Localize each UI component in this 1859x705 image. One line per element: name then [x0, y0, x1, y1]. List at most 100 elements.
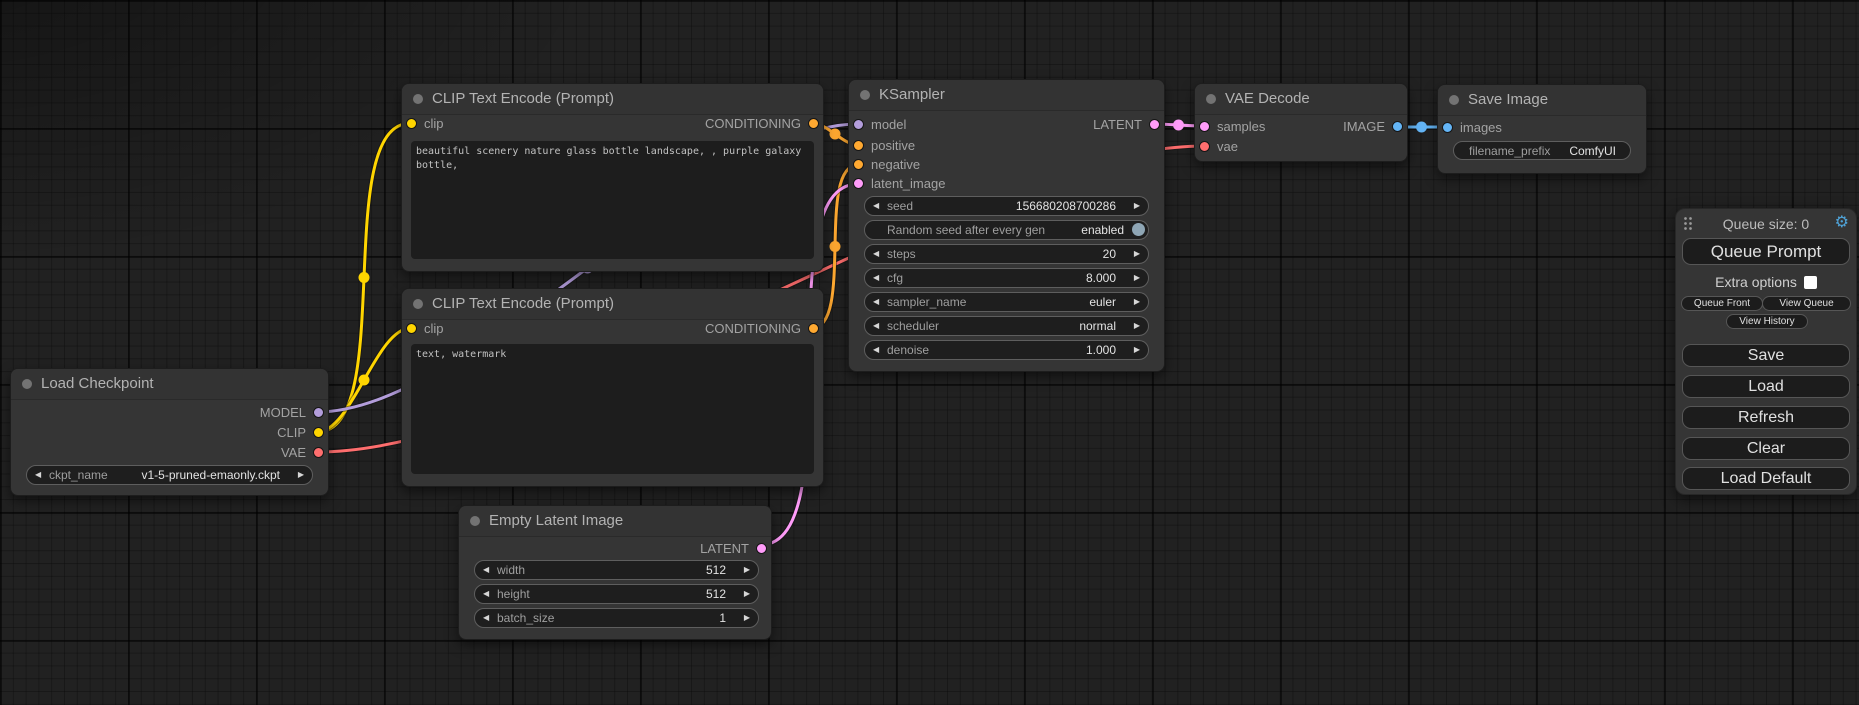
output-port-vae[interactable]: [313, 447, 324, 458]
increment-arrow-icon[interactable]: ▶: [1134, 293, 1140, 311]
widget-filename-prefix[interactable]: filename_prefix ComfyUI: [1453, 141, 1631, 160]
collapse-dot-icon[interactable]: [470, 516, 480, 526]
increment-arrow-icon[interactable]: ▶: [1134, 341, 1140, 359]
settings-gear-icon[interactable]: ⚙: [1835, 212, 1849, 232]
output-port-clip[interactable]: [313, 427, 324, 438]
increment-arrow-icon[interactable]: ▶: [1134, 197, 1140, 215]
increment-arrow-icon[interactable]: ▶: [1134, 245, 1140, 263]
collapse-dot-icon[interactable]: [413, 299, 423, 309]
output-port-latent[interactable]: [1149, 119, 1160, 130]
increment-arrow-icon[interactable]: ▶: [298, 466, 304, 484]
decrement-arrow-icon[interactable]: ◀: [873, 245, 879, 263]
decrement-arrow-icon[interactable]: ◀: [873, 197, 879, 215]
collapse-dot-icon[interactable]: [413, 94, 423, 104]
input-port-negative[interactable]: [853, 159, 864, 170]
increment-arrow-icon[interactable]: ▶: [744, 585, 750, 603]
node-title-bar[interactable]: CLIP Text Encode (Prompt): [402, 84, 823, 115]
widget-sampler-name[interactable]: ◀ sampler_name euler ▶: [864, 292, 1149, 312]
output-label: MODEL: [260, 403, 306, 423]
save-button[interactable]: Save: [1682, 344, 1850, 367]
node-empty-latent-image[interactable]: Empty Latent Image LATENT ◀ width 512 ▶ …: [458, 505, 772, 640]
increment-arrow-icon[interactable]: ▶: [744, 609, 750, 627]
increment-arrow-icon[interactable]: ▶: [1134, 269, 1140, 287]
widget-label: Random seed after every gen: [887, 221, 1045, 239]
node-title-bar[interactable]: Save Image: [1438, 85, 1646, 116]
node-clip-text-encode-negative[interactable]: CLIP Text Encode (Prompt) clip CONDITION…: [401, 288, 824, 487]
increment-arrow-icon[interactable]: ▶: [744, 561, 750, 579]
queue-panel: Queue size: 0 ⚙ Queue Prompt Extra optio…: [1675, 208, 1857, 495]
node-load-checkpoint[interactable]: Load Checkpoint MODEL CLIP VAE ◀ ckpt_na…: [10, 368, 329, 496]
widget-denoise[interactable]: ◀ denoise 1.000 ▶: [864, 340, 1149, 360]
collapse-dot-icon[interactable]: [22, 379, 32, 389]
extra-options-checkbox[interactable]: [1804, 276, 1817, 289]
queue-front-button[interactable]: Queue Front: [1681, 296, 1763, 311]
widget-label: seed: [887, 197, 913, 215]
node-title: CLIP Text Encode (Prompt): [432, 90, 614, 107]
widget-steps[interactable]: ◀ steps 20 ▶: [864, 244, 1149, 264]
node-title-bar[interactable]: Empty Latent Image: [459, 506, 771, 537]
input-port-samples[interactable]: [1199, 121, 1210, 132]
decrement-arrow-icon[interactable]: ◀: [483, 585, 489, 603]
input-label: latent_image: [871, 176, 945, 191]
decrement-arrow-icon[interactable]: ◀: [873, 293, 879, 311]
node-title-bar[interactable]: VAE Decode: [1195, 84, 1407, 115]
collapse-dot-icon[interactable]: [860, 90, 870, 100]
widget-value: enabled: [1081, 221, 1124, 239]
widget-scheduler[interactable]: ◀ scheduler normal ▶: [864, 316, 1149, 336]
node-title-bar[interactable]: Load Checkpoint: [11, 369, 328, 400]
increment-arrow-icon[interactable]: ▶: [1134, 317, 1140, 335]
widget-height[interactable]: ◀ height 512 ▶: [474, 584, 759, 604]
load-button[interactable]: Load: [1682, 375, 1850, 398]
input-port-clip[interactable]: [406, 323, 417, 334]
decrement-arrow-icon[interactable]: ◀: [483, 609, 489, 627]
output-port-conditioning[interactable]: [808, 323, 819, 334]
widget-label: denoise: [887, 341, 929, 359]
decrement-arrow-icon[interactable]: ◀: [483, 561, 489, 579]
input-label: positive: [871, 138, 915, 153]
decrement-arrow-icon[interactable]: ◀: [873, 341, 879, 359]
input-port-latent-image[interactable]: [853, 178, 864, 189]
refresh-button[interactable]: Refresh: [1682, 406, 1850, 429]
graph-canvas[interactable]: Load Checkpoint MODEL CLIP VAE ◀ ckpt_na…: [0, 0, 1859, 705]
clear-button[interactable]: Clear: [1682, 437, 1850, 460]
input-port-images[interactable]: [1442, 122, 1453, 133]
decrement-arrow-icon[interactable]: ◀: [873, 269, 879, 287]
positive-prompt-text[interactable]: beautiful scenery nature glass bottle la…: [411, 141, 814, 259]
output-port-conditioning[interactable]: [808, 118, 819, 129]
widget-cfg[interactable]: ◀ cfg 8.000 ▶: [864, 268, 1149, 288]
toggle-indicator[interactable]: [1132, 223, 1145, 236]
widget-batch-size[interactable]: ◀ batch_size 1 ▶: [474, 608, 759, 628]
decrement-arrow-icon[interactable]: ◀: [35, 466, 41, 484]
input-label: images: [1460, 120, 1502, 135]
node-clip-text-encode-positive[interactable]: CLIP Text Encode (Prompt) clip CONDITION…: [401, 83, 824, 272]
widget-value: 20: [1103, 245, 1116, 263]
queue-prompt-button[interactable]: Queue Prompt: [1682, 238, 1850, 265]
load-default-button[interactable]: Load Default: [1682, 467, 1850, 490]
output-port-model[interactable]: [313, 407, 324, 418]
collapse-dot-icon[interactable]: [1449, 95, 1459, 105]
input-port-vae[interactable]: [1199, 141, 1210, 152]
node-title-bar[interactable]: CLIP Text Encode (Prompt): [402, 289, 823, 320]
widget-label: sampler_name: [887, 293, 966, 311]
node-ksampler[interactable]: KSampler model LATENT positive negative …: [848, 79, 1165, 372]
output-label: CONDITIONING: [705, 319, 801, 339]
collapse-dot-icon[interactable]: [1206, 94, 1216, 104]
input-label: vae: [1217, 139, 1238, 154]
decrement-arrow-icon[interactable]: ◀: [873, 317, 879, 335]
input-port-positive[interactable]: [853, 140, 864, 151]
node-save-image[interactable]: Save Image images filename_prefix ComfyU…: [1437, 84, 1647, 174]
output-port-latent[interactable]: [756, 543, 767, 554]
input-port-clip[interactable]: [406, 118, 417, 129]
input-port-model[interactable]: [853, 119, 864, 130]
node-title-bar[interactable]: KSampler: [849, 80, 1164, 111]
widget-ckpt-name[interactable]: ◀ ckpt_name v1-5-pruned-emaonly.ckpt ▶: [26, 465, 313, 485]
negative-prompt-text[interactable]: text, watermark: [411, 344, 814, 474]
view-queue-button[interactable]: View Queue: [1762, 296, 1851, 311]
widget-label: height: [497, 585, 530, 603]
node-vae-decode[interactable]: VAE Decode samples IMAGE vae: [1194, 83, 1408, 162]
widget-seed[interactable]: ◀ seed 156680208700286 ▶: [864, 196, 1149, 216]
output-port-image[interactable]: [1392, 121, 1403, 132]
view-history-button[interactable]: View History: [1726, 314, 1808, 329]
widget-random-seed-toggle[interactable]: Random seed after every gen enabled: [864, 220, 1149, 240]
widget-width[interactable]: ◀ width 512 ▶: [474, 560, 759, 580]
